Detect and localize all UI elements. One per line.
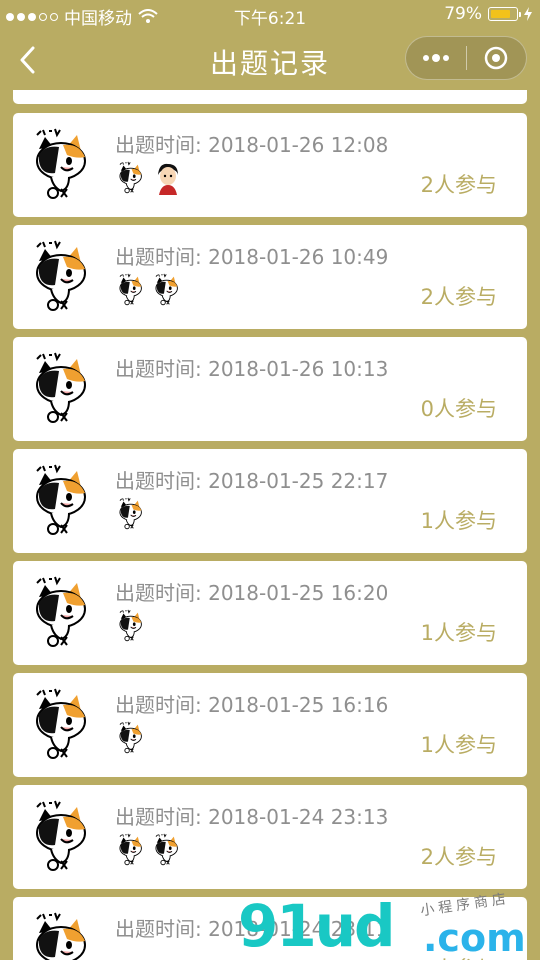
participant-avatar — [117, 497, 147, 531]
close-button[interactable] — [467, 37, 527, 79]
list-item[interactable]: 出题时间: 2018-01-25 22:17 1人参与 — [13, 449, 527, 553]
participant-avatar — [117, 161, 147, 195]
list-item[interactable]: 出题时间: 2018-01-24 23:13 2人参与 — [13, 785, 527, 889]
participant-count: 0人参与 — [421, 953, 497, 960]
avatar — [31, 239, 97, 315]
avatar — [31, 911, 97, 960]
participant-count: 2人参与 — [420, 285, 497, 309]
participant-avatar — [117, 273, 147, 307]
list-item[interactable]: 出题时间: 2018-01-26 10:13 0人参与 — [13, 337, 527, 441]
record-time-label: 出题时间: — [115, 581, 202, 605]
record-time: 出题时间: 2018-01-25 16:16 — [115, 689, 388, 718]
record-time-label: 出题时间: — [115, 357, 202, 381]
capsule-menu — [405, 36, 527, 80]
list-item[interactable]: 出题时间: 2018-01-26 12:08 2人参与 — [13, 113, 527, 217]
status-right: 79% — [444, 4, 532, 24]
record-time: 出题时间: 2018-01-26 10:13 — [115, 353, 388, 382]
participant-list — [117, 833, 183, 867]
more-dots-icon — [422, 54, 449, 62]
record-time-value: 2018-01-25 16:20 — [208, 581, 389, 605]
participant-avatar — [153, 273, 183, 307]
record-time-value: 2018-01-26 10:49 — [208, 245, 389, 269]
participant-list — [117, 497, 147, 531]
record-time: 出题时间: 2018-01-26 10:49 — [115, 241, 388, 270]
record-time-label: 出题时间: — [115, 805, 202, 829]
record-time: 出题时间: 2018-01-24 23:11 — [115, 913, 388, 942]
battery-icon — [488, 7, 521, 21]
record-time-value: 2018-01-24 23:11 — [208, 917, 389, 941]
participant-count: 1人参与 — [420, 733, 497, 757]
record-time: 出题时间: 2018-01-24 23:13 — [115, 801, 388, 830]
participant-list — [117, 721, 147, 755]
record-time-value: 2018-01-26 12:08 — [208, 133, 389, 157]
record-time-label: 出题时间: — [115, 693, 202, 717]
record-time-label: 出题时间: — [115, 469, 202, 493]
participant-avatar — [117, 721, 147, 755]
participant-list — [117, 161, 183, 195]
participant-avatar — [117, 609, 147, 643]
participant-avatar — [153, 161, 183, 195]
battery-percent: 79% — [444, 4, 482, 24]
participant-list — [117, 273, 183, 307]
nav-bar: 出题记录 — [0, 30, 540, 90]
avatar — [31, 463, 97, 539]
avatar — [31, 687, 97, 763]
record-time: 出题时间: 2018-01-26 12:08 — [115, 129, 388, 158]
participant-avatar — [153, 833, 183, 867]
avatar — [31, 799, 97, 875]
list-item[interactable]: 出题时间: 2018-01-24 23:11 0人参与 — [13, 897, 527, 960]
participant-count: 2人参与 — [420, 845, 497, 869]
participant-count: 2人参与 — [420, 173, 497, 197]
list-item[interactable]: 出题时间: 2018-01-25 16:16 1人参与 — [13, 673, 527, 777]
list-item-partial[interactable] — [13, 90, 527, 104]
participant-count: 0人参与 — [420, 397, 497, 421]
battery-fill — [491, 10, 510, 18]
charging-icon — [524, 7, 532, 21]
participant-list — [117, 609, 147, 643]
avatar — [31, 127, 97, 203]
list-item[interactable]: 出题时间: 2018-01-25 16:20 1人参与 — [13, 561, 527, 665]
avatar — [31, 575, 97, 651]
participant-count: 1人参与 — [420, 509, 497, 533]
record-time-value: 2018-01-25 16:16 — [208, 693, 389, 717]
participant-count: 1人参与 — [420, 621, 497, 645]
more-button[interactable] — [406, 37, 466, 79]
participant-avatar — [117, 833, 147, 867]
record-time: 出题时间: 2018-01-25 22:17 — [115, 465, 388, 494]
record-time-label: 出题时间: — [115, 133, 202, 157]
record-time-label: 出题时间: — [115, 245, 202, 269]
status-bar: 中国移动 下午6:21 79% — [0, 0, 540, 30]
target-close-icon — [485, 46, 508, 70]
record-time-value: 2018-01-26 10:13 — [208, 357, 389, 381]
record-time-label: 出题时间: — [115, 917, 202, 941]
list-item[interactable]: 出题时间: 2018-01-26 10:49 2人参与 — [13, 225, 527, 329]
record-list[interactable]: 出题时间: 2018-01-26 12:08 2人参与 出题时间: 2018-0… — [13, 90, 527, 960]
record-time-value: 2018-01-25 22:17 — [208, 469, 389, 493]
avatar — [31, 351, 97, 427]
record-time: 出题时间: 2018-01-25 16:20 — [115, 577, 388, 606]
record-time-value: 2018-01-24 23:13 — [208, 805, 389, 829]
